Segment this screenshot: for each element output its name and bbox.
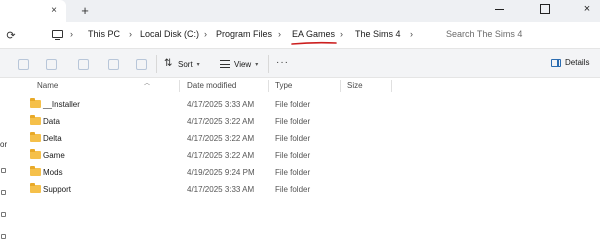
chevron-right-icon[interactable]: › [410, 29, 413, 39]
this-pc-icon[interactable] [52, 30, 63, 40]
maximize-icon[interactable] [538, 3, 552, 15]
view-icon [220, 60, 230, 68]
active-tab[interactable]: × [0, 0, 66, 22]
column-separator[interactable] [391, 80, 392, 92]
file-date: 4/17/2025 3:33 AM [187, 185, 255, 194]
details-icon [551, 58, 561, 67]
chevron-right-icon[interactable]: › [70, 29, 73, 39]
new-tab-icon[interactable]: + [78, 3, 92, 18]
folder-icon [30, 115, 41, 125]
file-date: 4/17/2025 3:22 AM [187, 117, 255, 126]
refresh-icon[interactable]: ⟳ [4, 28, 18, 42]
tab-strip: × + × [0, 0, 600, 22]
file-row[interactable]: Delta 4/17/2025 3:22 AM File folder [24, 130, 444, 146]
file-date: 4/17/2025 3:22 AM [187, 151, 255, 160]
file-date: 4/19/2025 9:24 PM [187, 168, 255, 177]
nav-item-label: or [0, 140, 8, 149]
file-name: Game [43, 151, 65, 160]
file-row[interactable]: Data 4/17/2025 3:22 AM File folder [24, 113, 444, 129]
column-separator[interactable] [179, 80, 180, 92]
sort-label: Sort [178, 59, 193, 69]
red-underline-annotation [291, 41, 337, 45]
chevron-right-icon[interactable]: › [129, 29, 132, 39]
column-size[interactable]: Size [347, 81, 363, 90]
details-pane-button[interactable]: Details [551, 58, 589, 67]
search-input[interactable]: Search The Sims 4 [446, 29, 522, 39]
folder-icon [30, 166, 41, 176]
close-window-icon[interactable]: × [580, 2, 594, 16]
breadcrumb-this-pc[interactable]: This PC [88, 29, 120, 39]
file-type: File folder [275, 151, 311, 160]
sort-ascending-icon: ︿ [144, 81, 151, 87]
sort-icon [164, 59, 174, 69]
new-item-icon[interactable] [18, 59, 29, 70]
pin-icon[interactable] [1, 168, 6, 173]
pin-icon[interactable] [1, 212, 6, 217]
details-label: Details [565, 58, 590, 67]
close-tab-icon[interactable]: × [48, 4, 60, 16]
delete-icon[interactable] [136, 59, 147, 70]
cut-icon[interactable] [46, 59, 57, 70]
folder-icon [30, 183, 41, 193]
chevron-right-icon[interactable]: › [278, 29, 281, 39]
file-row[interactable]: Game 4/17/2025 3:22 AM File folder [24, 147, 444, 163]
navigation-pane[interactable]: or [0, 78, 9, 247]
more-options-button[interactable]: ··· [276, 57, 289, 68]
folder-icon [30, 98, 41, 108]
column-separator[interactable] [268, 80, 269, 92]
file-date: 4/17/2025 3:33 AM [187, 100, 255, 109]
pin-icon[interactable] [1, 234, 6, 239]
file-row[interactable]: __Installer 4/17/2025 3:33 AM File folde… [24, 96, 444, 112]
file-type: File folder [275, 134, 311, 143]
folder-icon [30, 149, 41, 159]
command-bar: Sort ▾ View ▾ ··· Details [0, 48, 600, 78]
file-type: File folder [275, 100, 311, 109]
folder-icon [30, 132, 41, 142]
file-name: __Installer [43, 100, 80, 109]
toolbar-divider [268, 55, 269, 73]
view-label: View [234, 59, 252, 69]
pin-icon[interactable] [1, 190, 6, 195]
file-name: Support [43, 185, 72, 194]
share-icon[interactable] [108, 59, 119, 70]
file-type: File folder [275, 168, 311, 177]
column-type[interactable]: Type [275, 81, 292, 90]
file-name: Delta [43, 134, 62, 143]
breadcrumb-the-sims-4[interactable]: The Sims 4 [355, 29, 401, 39]
chevron-down-icon: ▾ [255, 61, 259, 68]
column-separator[interactable] [340, 80, 341, 92]
view-button[interactable]: View ▾ [220, 57, 258, 71]
breadcrumb-local-disk[interactable]: Local Disk (C:) [140, 29, 199, 39]
chevron-right-icon[interactable]: › [340, 29, 343, 39]
toolbar-divider [156, 55, 157, 73]
file-date: 4/17/2025 3:22 AM [187, 134, 255, 143]
file-row[interactable]: Support 4/17/2025 3:33 AM File folder [24, 181, 444, 197]
minimize-icon[interactable] [492, 3, 506, 15]
copy-icon[interactable] [78, 59, 89, 70]
file-type: File folder [275, 117, 311, 126]
file-type: File folder [275, 185, 311, 194]
breadcrumb-program-files[interactable]: Program Files [216, 29, 272, 39]
sort-button[interactable]: Sort ▾ [164, 57, 200, 71]
column-date-modified[interactable]: Date modified [187, 81, 236, 90]
chevron-right-icon[interactable]: › [204, 29, 207, 39]
chevron-down-icon: ▾ [196, 61, 200, 68]
file-name: Mods [43, 168, 63, 177]
breadcrumb-ea-games[interactable]: EA Games [292, 29, 335, 39]
column-name[interactable]: Name [37, 81, 58, 90]
file-name: Data [43, 117, 60, 126]
column-header: ︿ Name Date modified Type Size [24, 78, 600, 92]
file-row[interactable]: Mods 4/19/2025 9:24 PM File folder [24, 164, 444, 180]
